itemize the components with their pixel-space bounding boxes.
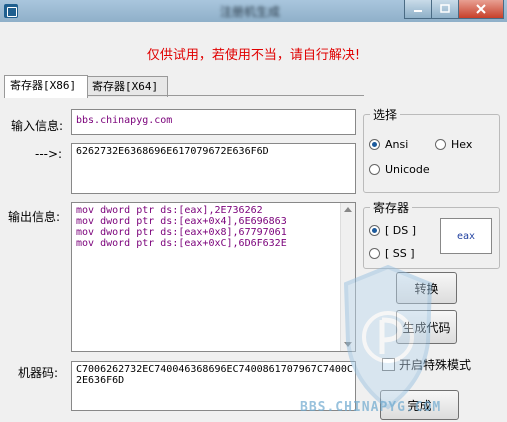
special-mode-label: 开启特殊模式 bbox=[399, 358, 472, 372]
scroll-up-icon[interactable] bbox=[344, 207, 352, 212]
tab-x86[interactable]: 寄存器[X86] bbox=[4, 75, 88, 98]
radio-off-icon bbox=[435, 139, 446, 150]
radio-ss-label: [ SS ] bbox=[385, 247, 415, 260]
output-line: mov dword ptr ds:[eax+0x4],6E696863 bbox=[76, 216, 287, 227]
register-group-title: 寄存器 bbox=[370, 199, 413, 216]
app-icon bbox=[4, 4, 18, 18]
output-field[interactable]: mov dword ptr ds:[eax],2E736262 mov dwor… bbox=[71, 202, 356, 352]
select-group-title: 选择 bbox=[370, 106, 401, 123]
output-label: 输出信息: bbox=[8, 210, 61, 224]
radio-on-icon bbox=[369, 225, 380, 236]
machine-code-field[interactable]: C7006262732EC740046368696EC7400861707967… bbox=[71, 361, 356, 411]
output-line: mov dword ptr ds:[eax+0xC],6D6F632E bbox=[76, 238, 287, 249]
radio-on-icon bbox=[369, 139, 380, 150]
close-button[interactable] bbox=[458, 0, 504, 19]
app-window: 注册机生成 仅供试用，若使用不当，请自行解决! 寄存器[X86] 寄存器[X64… bbox=[0, 0, 507, 422]
radio-hex-label: Hex bbox=[451, 138, 473, 151]
generate-code-button[interactable]: 生成代码 bbox=[396, 310, 457, 344]
input-field[interactable]: bbs.chinapyg.com bbox=[71, 109, 356, 135]
scroll-down-icon[interactable] bbox=[344, 342, 352, 347]
minimize-icon bbox=[414, 10, 422, 12]
hex-label: --->: bbox=[35, 147, 63, 161]
title-bar[interactable]: 注册机生成 bbox=[0, 0, 507, 22]
register-value-box[interactable]: eax bbox=[440, 218, 492, 254]
done-button[interactable]: 完成 bbox=[380, 390, 459, 420]
close-icon bbox=[476, 4, 486, 14]
minimize-button[interactable] bbox=[404, 0, 432, 19]
special-mode-checkbox[interactable]: 开启特殊模式 bbox=[382, 356, 471, 373]
checkbox-icon bbox=[382, 358, 395, 371]
radio-off-icon bbox=[369, 248, 380, 259]
window-title: 注册机生成 bbox=[220, 5, 281, 19]
output-line: mov dword ptr ds:[eax+0x8],67797061 bbox=[76, 227, 287, 238]
maximize-button[interactable] bbox=[431, 0, 459, 19]
output-line: mov dword ptr ds:[eax],2E736262 bbox=[76, 205, 263, 216]
hex-field[interactable]: 6262732E6368696E617079672E636F6D bbox=[71, 143, 356, 194]
radio-ansi[interactable]: Ansi bbox=[369, 138, 408, 151]
maximize-icon bbox=[440, 4, 450, 13]
radio-ds[interactable]: [ DS ] bbox=[369, 224, 416, 237]
radio-unicode-label: Unicode bbox=[385, 163, 430, 176]
tab-x64[interactable]: 寄存器[X64] bbox=[86, 76, 168, 97]
machine-code-line: 2E636F6D bbox=[76, 375, 125, 386]
radio-ss[interactable]: [ SS ] bbox=[369, 247, 415, 260]
convert-button[interactable]: 转换 bbox=[396, 272, 457, 304]
machine-code-line: C7006262732EC740046368696EC7400861707967… bbox=[76, 364, 353, 375]
radio-hex[interactable]: Hex bbox=[435, 138, 472, 151]
machine-code-label: 机器码: bbox=[18, 366, 59, 380]
output-scrollbar[interactable] bbox=[340, 203, 355, 351]
radio-off-icon bbox=[369, 164, 380, 175]
radio-ds-label: [ DS ] bbox=[385, 224, 417, 237]
radio-ansi-label: Ansi bbox=[385, 138, 409, 151]
notice-text: 仅供试用，若使用不当，请自行解决! bbox=[146, 48, 361, 63]
input-label: 输入信息: bbox=[11, 119, 64, 133]
select-group: 选择 bbox=[363, 106, 500, 193]
radio-unicode[interactable]: Unicode bbox=[369, 163, 430, 176]
